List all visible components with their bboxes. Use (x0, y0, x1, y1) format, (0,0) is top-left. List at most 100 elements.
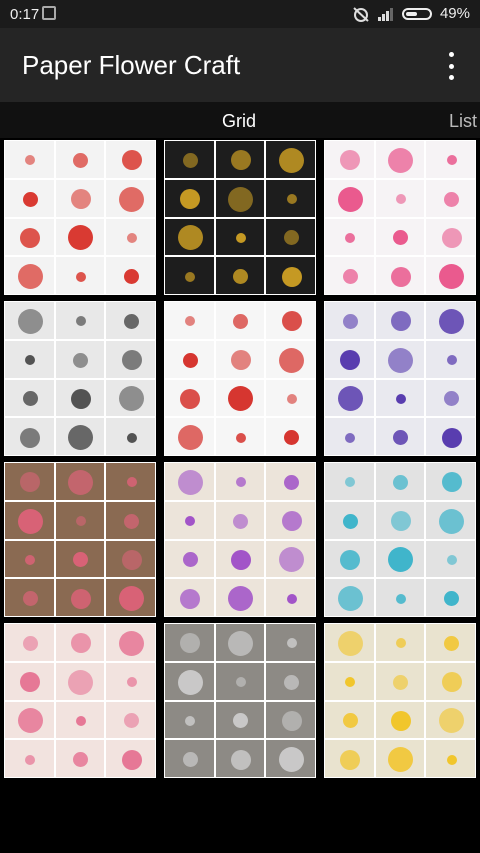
tutorial-step-image (214, 700, 266, 740)
tutorial-step-image (265, 178, 316, 218)
flower-shape (284, 674, 300, 690)
tutorial-step-image (54, 378, 106, 418)
flower-shape (119, 630, 145, 656)
tutorial-step-image (164, 301, 215, 340)
flower-shape (233, 713, 249, 729)
tutorial-step-image (214, 661, 266, 701)
flower-shape (121, 350, 142, 371)
flower-shape (119, 586, 145, 612)
flower-shape (441, 227, 462, 248)
tutorial-step-image (374, 661, 426, 701)
tutorial-step-image (4, 178, 55, 218)
red-paper-rose-tile[interactable] (4, 140, 156, 295)
battery-percent: 49% (439, 5, 470, 22)
tutorial-step-image (425, 623, 476, 662)
tutorial-step-image (265, 739, 316, 778)
flower-shape (281, 311, 302, 332)
flower-shape (441, 427, 462, 448)
flower-shape (439, 708, 465, 734)
purple-tulip-tile[interactable] (164, 462, 316, 617)
flower-shape (228, 586, 254, 612)
tutorial-step-image (54, 578, 106, 617)
flower-shape (337, 586, 363, 612)
flower-shape (337, 630, 363, 656)
flower-shape (281, 710, 302, 731)
tutorial-step-image (324, 178, 375, 218)
tutorial-step-image (374, 539, 426, 579)
tutorial-step-image (374, 739, 426, 778)
flower-shape (124, 713, 140, 729)
status-bar: 0:17 49% (0, 0, 480, 28)
tutorial-step-image (105, 462, 156, 501)
status-indicators: 49% (352, 5, 470, 22)
tutorial-step-image (105, 217, 156, 257)
flower-shape (20, 227, 41, 248)
flower-shape (68, 425, 94, 451)
flower-shape (17, 308, 43, 334)
tutorial-step-image (105, 700, 156, 740)
flower-shape (388, 547, 414, 573)
pink-dahlia-tile[interactable] (4, 462, 156, 617)
flower-shape (25, 754, 36, 765)
tutorial-step-image (54, 623, 106, 662)
flower-shape (281, 511, 302, 532)
tutorial-step-image (105, 378, 156, 418)
tutorial-step-image (54, 500, 106, 540)
tutorial-step-image (425, 140, 476, 179)
tutorial-step-image (425, 378, 476, 418)
flower-shape (22, 591, 38, 607)
purple-star-flower-tile[interactable] (324, 301, 476, 456)
tutorial-step-image (214, 339, 266, 379)
flower-shape (439, 508, 465, 534)
lotus-flower-tile[interactable] (164, 140, 316, 295)
status-time: 0:17 (10, 6, 40, 23)
flower-shape (279, 747, 305, 773)
yellow-kusudama-tile[interactable] (324, 623, 476, 778)
flower-shape (345, 477, 356, 488)
tutorial-step-image (324, 661, 375, 701)
tab-grid[interactable]: Grid (222, 111, 256, 132)
blue-kusudama-tile[interactable] (324, 462, 476, 617)
tutorial-step-image (54, 256, 106, 295)
flower-shape (345, 232, 356, 243)
tutorial-step-image (374, 578, 426, 617)
tutorial-step-image (214, 578, 266, 617)
spiral-rose-tile[interactable] (4, 301, 156, 456)
tutorial-step-image (4, 217, 55, 257)
flower-shape (75, 516, 86, 527)
pink-origami-lily-tile[interactable] (4, 623, 156, 778)
tutorial-step-image (164, 462, 215, 501)
tutorial-step-image (265, 140, 316, 179)
tutorial-step-image (324, 623, 375, 662)
flower-shape (177, 225, 203, 251)
tutorial-step-image (54, 700, 106, 740)
white-paper-flower-tile[interactable] (164, 623, 316, 778)
flower-shape (342, 269, 358, 285)
tutorial-step-image (374, 500, 426, 540)
flower-shape (340, 150, 361, 171)
flower-shape (395, 393, 406, 404)
tutorial-step-image (164, 500, 215, 540)
tutorial-step-image (374, 301, 426, 340)
flower-shape (25, 355, 36, 366)
flower-shape (439, 308, 465, 334)
tutorial-step-image (54, 339, 106, 379)
flower-shape (279, 347, 305, 373)
flower-shape (446, 355, 457, 366)
tutorial-step-image (425, 578, 476, 617)
flower-shape (185, 715, 196, 726)
tutorial-step-image (4, 700, 55, 740)
overflow-menu-icon[interactable] (442, 52, 460, 80)
tutorial-step-image (105, 578, 156, 617)
tutorial-step-image (54, 739, 106, 778)
tutorial-step-image (425, 301, 476, 340)
tutorial-step-image (214, 462, 266, 501)
tutorial-step-image (265, 578, 316, 617)
tutorial-step-image (164, 178, 215, 218)
tutorial-step-image (164, 578, 215, 617)
pink-flower-tile[interactable] (324, 140, 476, 295)
tab-list[interactable]: List (449, 111, 477, 132)
flower-shape (235, 477, 246, 488)
red-origami-flower-tile[interactable] (164, 301, 316, 456)
flower-shape (121, 150, 142, 171)
